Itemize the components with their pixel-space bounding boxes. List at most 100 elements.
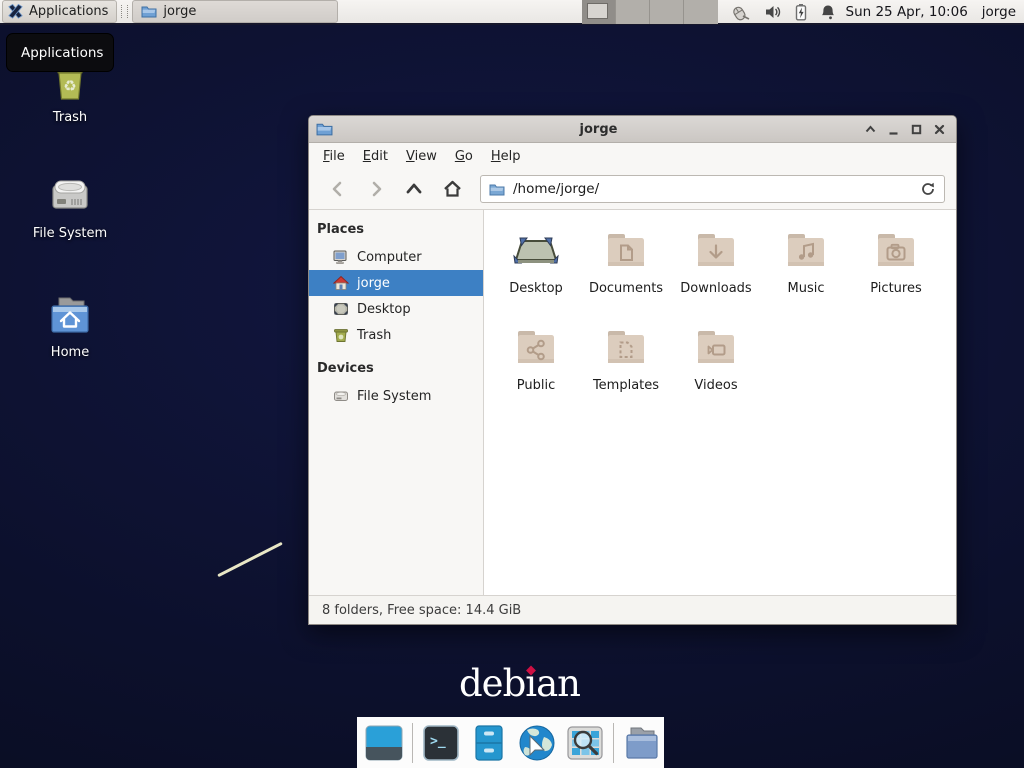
file-item-music[interactable]: Music bbox=[761, 222, 851, 319]
sidebar-item-computer[interactable]: Computer bbox=[309, 244, 483, 270]
desktop-pad-icon bbox=[512, 226, 560, 274]
menu-file[interactable]: File bbox=[314, 143, 354, 169]
close-button[interactable] bbox=[933, 123, 946, 136]
mouse-tray-icon[interactable] bbox=[730, 3, 752, 21]
panel-grip-handle[interactable] bbox=[121, 5, 128, 18]
file-manager-window: jorge File Edit View Go Help bbox=[308, 115, 957, 625]
file-view[interactable]: Desktop Documents bbox=[484, 210, 956, 595]
system-tray bbox=[730, 3, 836, 21]
file-item-downloads[interactable]: Downloads bbox=[671, 222, 761, 319]
up-button[interactable] bbox=[396, 175, 432, 203]
status-text: 8 folders, Free space: 14.4 GiB bbox=[322, 603, 521, 618]
trash-icon bbox=[333, 327, 349, 343]
workspace-2[interactable] bbox=[616, 0, 650, 24]
places-header: Places bbox=[309, 218, 483, 244]
terminal-icon[interactable]: >_ bbox=[421, 723, 461, 763]
workspace-switcher bbox=[582, 0, 718, 24]
debian-logo-i: ı bbox=[525, 662, 536, 705]
drive-icon bbox=[333, 388, 349, 404]
svg-text:>_: >_ bbox=[430, 734, 446, 749]
file-item-documents[interactable]: Documents bbox=[581, 222, 671, 319]
application-finder-icon[interactable] bbox=[565, 723, 605, 763]
toolbar: /home/jorge/ bbox=[309, 169, 956, 210]
path-folder-icon bbox=[489, 183, 505, 196]
xfce-logo-icon bbox=[7, 3, 24, 20]
folder-music-icon bbox=[782, 226, 830, 274]
file-name: Documents bbox=[589, 281, 663, 296]
file-manager-icon[interactable] bbox=[622, 723, 662, 763]
desktop-icon bbox=[333, 301, 349, 317]
sidebar-item-label: Trash bbox=[357, 328, 391, 343]
applications-menu-label: Applications bbox=[29, 4, 108, 19]
applications-menu-button[interactable]: Applications bbox=[2, 0, 117, 23]
file-item-desktop[interactable]: Desktop bbox=[491, 222, 581, 319]
folder-public-icon bbox=[512, 323, 560, 371]
home-icon bbox=[333, 275, 349, 291]
window-folder-icon bbox=[316, 122, 333, 136]
file-name: Templates bbox=[593, 378, 659, 393]
desktop-icon-file-system[interactable]: File System bbox=[22, 170, 118, 241]
minimize-button[interactable] bbox=[887, 123, 900, 136]
panel-clock[interactable]: Sun 25 Apr, 10:06 bbox=[846, 4, 968, 20]
dock-separator bbox=[613, 723, 614, 763]
path-value[interactable]: /home/jorge/ bbox=[513, 181, 912, 197]
sidebar-item-label: Computer bbox=[357, 250, 422, 265]
tooltip-text: Applications bbox=[21, 45, 103, 61]
back-button[interactable] bbox=[320, 175, 356, 203]
desktop-icon-label: Home bbox=[51, 345, 89, 360]
desktop-icon-home[interactable]: Home bbox=[22, 291, 118, 360]
shade-button[interactable] bbox=[864, 123, 877, 136]
debian-logo-text: deb bbox=[459, 662, 525, 705]
workspace-3[interactable] bbox=[650, 0, 684, 24]
menu-view[interactable]: View bbox=[397, 143, 446, 169]
battery-tray-icon[interactable] bbox=[794, 3, 808, 21]
menu-help[interactable]: Help bbox=[482, 143, 530, 169]
sidebar-item-label: jorge bbox=[357, 276, 390, 291]
debian-logo: debıan bbox=[459, 662, 580, 705]
file-item-templates[interactable]: Templates bbox=[581, 319, 671, 416]
top-panel: Applications jorge bbox=[0, 0, 1024, 25]
file-name: Downloads bbox=[680, 281, 751, 296]
file-name: Public bbox=[517, 378, 555, 393]
folder-documents-icon bbox=[602, 226, 650, 274]
sidebar-item-file-system[interactable]: File System bbox=[309, 383, 483, 409]
volume-tray-icon[interactable] bbox=[764, 3, 782, 21]
window-titlebar[interactable]: jorge bbox=[309, 116, 956, 143]
workspace-4[interactable] bbox=[684, 0, 718, 24]
workspace-1[interactable] bbox=[582, 0, 616, 24]
file-item-videos[interactable]: Videos bbox=[671, 319, 761, 416]
home-button[interactable] bbox=[434, 175, 470, 203]
forward-button[interactable] bbox=[358, 175, 394, 203]
sidebar-item-label: File System bbox=[357, 389, 431, 404]
menu-go[interactable]: Go bbox=[446, 143, 482, 169]
file-name: Videos bbox=[694, 378, 737, 393]
web-browser-icon[interactable] bbox=[517, 723, 557, 763]
taskbar-window-label: jorge bbox=[163, 4, 196, 19]
computer-icon bbox=[333, 249, 349, 265]
notifications-bell-icon[interactable] bbox=[820, 3, 836, 21]
devices-header: Devices bbox=[309, 357, 483, 383]
path-bar[interactable]: /home/jorge/ bbox=[480, 175, 945, 203]
file-grid: Desktop Documents bbox=[484, 210, 956, 416]
sidebar-item-label: Desktop bbox=[357, 302, 411, 317]
menu-edit[interactable]: Edit bbox=[354, 143, 397, 169]
file-name: Desktop bbox=[509, 281, 563, 296]
sidebar-item-jorge[interactable]: jorge bbox=[309, 270, 483, 296]
show-desktop-icon[interactable] bbox=[364, 723, 404, 763]
file-item-pictures[interactable]: Pictures bbox=[851, 222, 941, 319]
desktop-icon-label: File System bbox=[33, 226, 107, 241]
sidebar: Places Computer jorge bbox=[309, 210, 484, 595]
reload-icon[interactable] bbox=[920, 181, 936, 197]
sidebar-item-trash[interactable]: Trash bbox=[309, 322, 483, 348]
hard-drive-icon bbox=[46, 170, 94, 218]
home-folder-icon bbox=[46, 291, 94, 339]
panel-username[interactable]: jorge bbox=[982, 4, 1016, 20]
maximize-button[interactable] bbox=[910, 123, 923, 136]
file-cabinet-icon[interactable] bbox=[469, 723, 509, 763]
folder-downloads-icon bbox=[692, 226, 740, 274]
stray-line-artifact bbox=[217, 542, 283, 577]
sidebar-item-desktop[interactable]: Desktop bbox=[309, 296, 483, 322]
folder-pictures-icon bbox=[872, 226, 920, 274]
taskbar-window-button[interactable]: jorge bbox=[132, 0, 338, 23]
file-item-public[interactable]: Public bbox=[491, 319, 581, 416]
